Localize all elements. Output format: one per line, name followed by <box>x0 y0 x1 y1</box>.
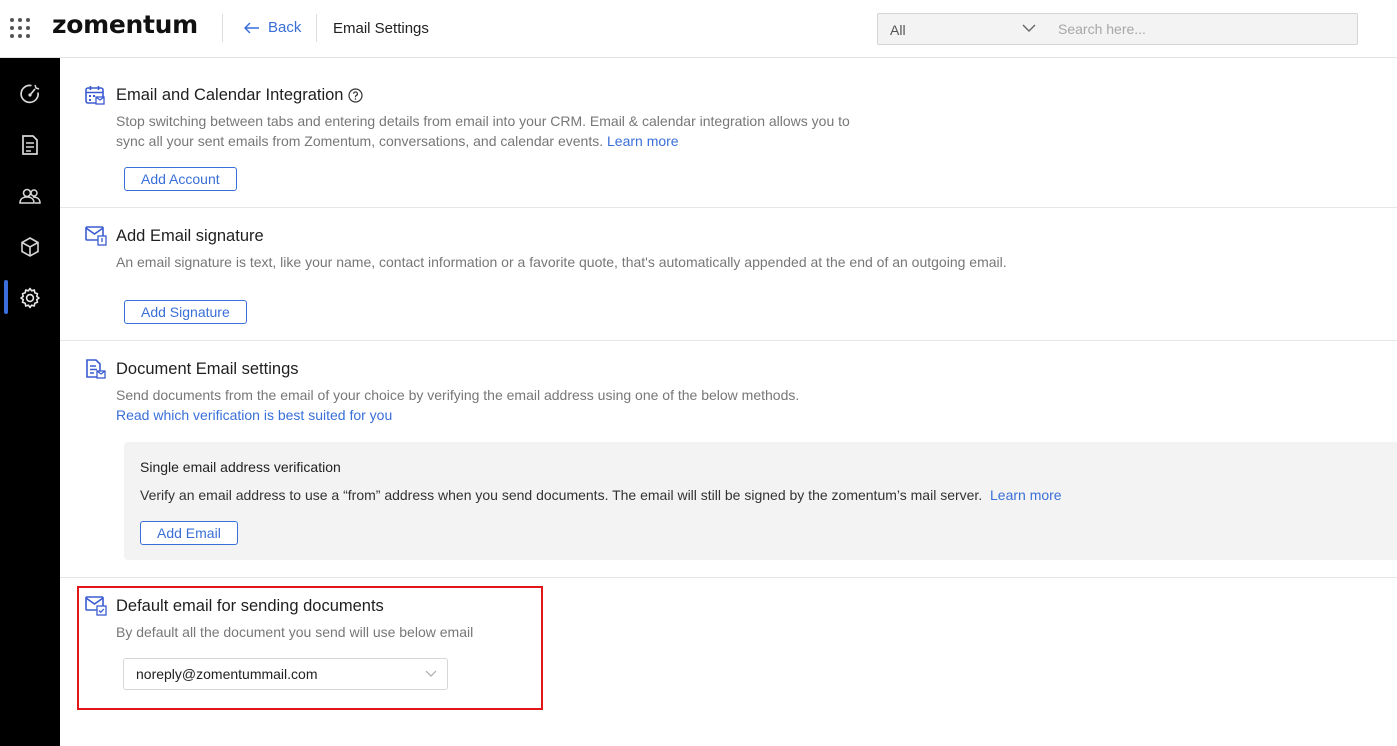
document-email-description: Send documents from the email of your ch… <box>116 385 799 425</box>
integration-title-text: Email and Calendar Integration <box>116 86 344 104</box>
section-divider <box>60 207 1397 208</box>
sidebar <box>0 58 60 746</box>
section-title-integration: Email and Calendar Integration <box>116 86 364 105</box>
sidebar-item-clients[interactable] <box>0 174 60 218</box>
users-icon <box>19 188 41 204</box>
box-icon <box>21 237 39 257</box>
app-grid-icon[interactable] <box>10 18 30 38</box>
add-email-button[interactable]: Add Email <box>140 521 238 545</box>
arrow-left-icon <box>244 21 259 34</box>
divider <box>316 14 317 42</box>
add-account-button[interactable]: Add Account <box>124 167 237 191</box>
verification-guide-link[interactable]: Read which verification is best suited f… <box>116 405 799 425</box>
search-input[interactable] <box>1046 13 1358 45</box>
integration-description: Stop switching between tabs and entering… <box>116 111 850 151</box>
sidebar-item-dashboard[interactable] <box>0 72 60 116</box>
help-icon[interactable] <box>348 88 364 103</box>
app-logo[interactable]: zomentum <box>52 10 198 39</box>
back-label: Back <box>268 19 302 36</box>
document-email-icon <box>86 359 106 379</box>
integration-learn-more-link[interactable]: Learn more <box>607 133 679 149</box>
email-signature-icon <box>85 226 107 246</box>
divider <box>222 14 223 42</box>
settings-content: Email and Calendar Integration Stop swit… <box>60 58 1397 746</box>
verification-learn-more-link[interactable]: Learn more <box>990 487 1062 503</box>
dashboard-icon <box>20 84 40 104</box>
highlight-box <box>77 586 543 710</box>
section-divider <box>60 340 1397 341</box>
sidebar-item-products[interactable] <box>0 225 60 269</box>
verification-title: Single email address verification <box>140 459 341 475</box>
document-icon <box>22 135 38 155</box>
sidebar-item-documents[interactable] <box>0 123 60 167</box>
signature-description: An email signature is text, like your na… <box>116 254 1007 270</box>
calendar-mail-icon <box>85 86 105 105</box>
add-signature-button[interactable]: Add Signature <box>124 300 247 324</box>
integration-desc-line2: sync all your sent emails from Zomentum,… <box>116 133 604 149</box>
section-divider <box>60 577 1397 578</box>
search-scope-select[interactable]: All <box>877 13 1047 45</box>
document-email-desc-text: Send documents from the email of your ch… <box>116 387 800 403</box>
sidebar-item-settings[interactable] <box>0 276 60 320</box>
section-title-signature: Add Email signature <box>116 227 264 245</box>
integration-desc-line1: Stop switching between tabs and entering… <box>116 113 850 129</box>
gear-icon <box>20 287 40 309</box>
page-title: Email Settings <box>333 20 429 37</box>
verification-description: Verify an email address to use a “from” … <box>140 487 1062 503</box>
top-bar: zomentum Back Email Settings All <box>0 0 1397 58</box>
section-title-document-email: Document Email settings <box>116 360 299 378</box>
search-scope-value: All <box>890 22 906 38</box>
chevron-down-icon <box>1022 24 1036 32</box>
back-button[interactable]: Back <box>244 19 301 36</box>
single-email-verification-card: Single email address verification Verify… <box>124 442 1397 560</box>
verification-desc-text: Verify an email address to use a “from” … <box>140 487 983 503</box>
